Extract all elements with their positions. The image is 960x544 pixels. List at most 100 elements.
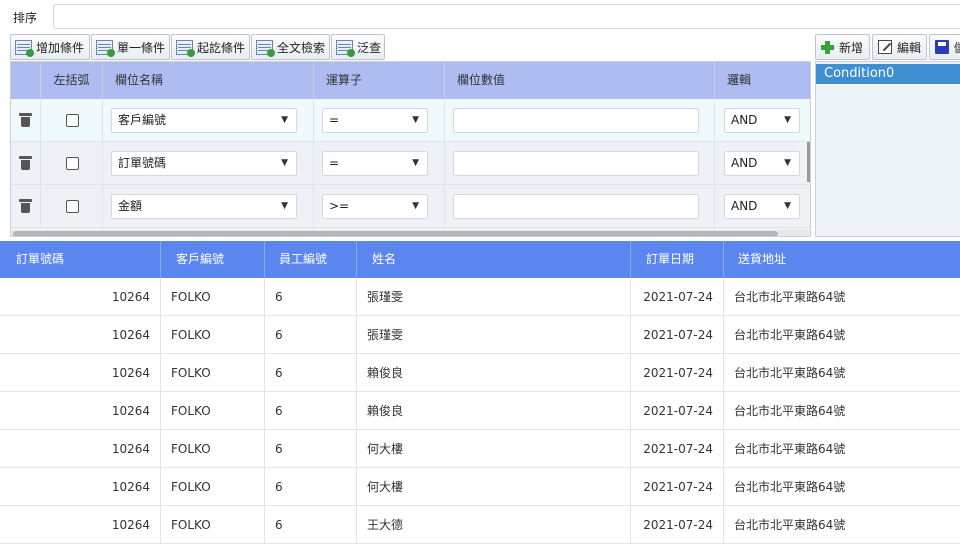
- cell-order-no: 10264: [0, 316, 161, 354]
- sort-input[interactable]: [53, 4, 960, 29]
- header-field-name: 欄位名稱: [103, 62, 314, 99]
- chevron-down-icon: ▼: [281, 115, 288, 125]
- cell-ship-address: 台北市北平東路64號: [734, 518, 846, 532]
- cell-customer-id: FOLKO: [161, 468, 265, 506]
- cell-order-date: 2021-07-24: [631, 506, 724, 544]
- cell-employee-id: 6: [265, 354, 357, 392]
- cell-customer-id: FOLKO: [161, 354, 265, 392]
- header-order-date[interactable]: 訂單日期: [631, 241, 724, 278]
- operator-select-value: >=: [329, 199, 350, 213]
- cell-name: 王大德: [357, 506, 631, 544]
- operator-select[interactable]: >= ▼: [322, 194, 428, 219]
- single-condition-icon: [96, 39, 115, 57]
- cell-ship-address: 台北市北平東路64號: [734, 328, 846, 342]
- left-paren-checkbox[interactable]: [66, 157, 79, 170]
- range-condition-button[interactable]: 起訖條件: [171, 34, 250, 60]
- fulltext-search-label: 全文檢索: [277, 40, 326, 55]
- trash-icon[interactable]: [19, 198, 32, 213]
- add-button-label: 新增: [839, 40, 864, 55]
- single-condition-button[interactable]: 單一條件: [91, 34, 170, 60]
- cell-employee-id: 6: [265, 278, 357, 316]
- table-row[interactable]: 10264 FOLKO 6 何大樓 2021-07-24 台北市北平東路64號: [0, 430, 960, 468]
- condition-grid: 左括弧 欄位名稱 運算子 欄位數值 邏輯 客戶編號 ▼ = ▼ AND ▼ 訂單…: [10, 61, 811, 237]
- header-operator: 運算子: [314, 62, 445, 99]
- cell-name: 張瑾雯: [357, 278, 631, 316]
- chevron-down-icon: ▼: [784, 201, 791, 211]
- condition-list-item[interactable]: Condition0: [816, 64, 960, 84]
- logic-select[interactable]: AND ▼: [724, 151, 800, 176]
- sort-label: 排序: [13, 11, 38, 25]
- cell-order-no: 10264: [0, 430, 161, 468]
- cell-name: 張瑾雯: [357, 316, 631, 354]
- table-row[interactable]: 10264 FOLKO 6 賴俊良 2021-07-24 台北市北平東路64號: [0, 392, 960, 430]
- cell-order-date: 2021-07-24: [631, 468, 724, 506]
- logic-select[interactable]: AND ▼: [724, 108, 800, 133]
- value-input[interactable]: [453, 194, 699, 219]
- cell-ship-address: 台北市北平東路64號: [734, 442, 846, 456]
- cell-customer-id: FOLKO: [161, 392, 265, 430]
- scrollbar-thumb[interactable]: [13, 231, 778, 236]
- header-ship-address[interactable]: 送貨地址: [724, 241, 960, 278]
- trash-icon[interactable]: [19, 112, 32, 127]
- header-employee-id[interactable]: 員工編號: [265, 241, 357, 278]
- operator-select[interactable]: = ▼: [322, 151, 428, 176]
- cell-order-date: 2021-07-24: [631, 278, 724, 316]
- field-select-value: 金額: [118, 199, 143, 213]
- sort-bar: 排序: [0, 0, 960, 33]
- table-row[interactable]: 10264 FOLKO 6 張瑾雯 2021-07-24 台北市北平東路64號: [0, 278, 960, 316]
- trash-icon[interactable]: [19, 155, 32, 170]
- chevron-down-icon: ▼: [281, 201, 288, 211]
- cell-customer-id: FOLKO: [161, 278, 265, 316]
- fuzzy-search-label: 泛查: [357, 40, 382, 55]
- value-input[interactable]: [453, 151, 699, 176]
- cell-customer-id: FOLKO: [161, 316, 265, 354]
- field-select[interactable]: 訂單號碼 ▼: [111, 151, 297, 176]
- logic-select-value: AND: [731, 156, 758, 170]
- operator-select[interactable]: = ▼: [322, 108, 428, 133]
- value-input[interactable]: [453, 108, 699, 133]
- field-select-value: 訂單號碼: [118, 156, 167, 170]
- header-order-no[interactable]: 訂單號碼: [0, 241, 161, 278]
- condition-row: 訂單號碼 ▼ = ▼ AND ▼: [11, 142, 810, 185]
- operator-select-value: =: [329, 113, 340, 127]
- plus-icon: [821, 40, 834, 54]
- cell-ship-address: 台北市北平東路64號: [734, 290, 846, 304]
- operator-select-value: =: [329, 156, 340, 170]
- cell-employee-id: 6: [265, 468, 357, 506]
- header-customer-id[interactable]: 客戶編號: [161, 241, 265, 278]
- left-paren-checkbox[interactable]: [66, 114, 79, 127]
- table-row[interactable]: 10264 FOLKO 6 賴俊良 2021-07-24 台北市北平東路64號: [0, 354, 960, 392]
- chevron-down-icon: ▼: [784, 115, 791, 125]
- edit-button[interactable]: 編輯: [872, 34, 927, 60]
- cell-customer-id: FOLKO: [161, 430, 265, 468]
- add-condition-icon: [15, 39, 34, 57]
- chevron-down-icon: ▼: [281, 158, 288, 168]
- cell-order-date: 2021-07-24: [631, 316, 724, 354]
- field-select[interactable]: 客戶編號 ▼: [111, 108, 297, 133]
- cell-ship-address: 台北市北平東路64號: [734, 480, 846, 494]
- add-button[interactable]: 新增: [815, 34, 870, 60]
- left-paren-checkbox[interactable]: [66, 200, 79, 213]
- fulltext-search-button[interactable]: 全文檢索: [251, 34, 330, 60]
- field-select[interactable]: 金額 ▼: [111, 194, 297, 219]
- cell-order-no: 10264: [0, 468, 161, 506]
- cell-employee-id: 6: [265, 430, 357, 468]
- horizontal-scrollbar[interactable]: [11, 230, 810, 236]
- condition-row: 金額 ▼ >= ▼ AND ▼: [11, 185, 810, 228]
- header-name[interactable]: 姓名: [357, 241, 631, 278]
- vertical-scrollbar[interactable]: [807, 142, 810, 182]
- logic-select[interactable]: AND ▼: [724, 194, 800, 219]
- cell-order-no: 10264: [0, 354, 161, 392]
- table-row[interactable]: 10264 FOLKO 6 張瑾雯 2021-07-24 台北市北平東路64號: [0, 316, 960, 354]
- chevron-down-icon: ▼: [412, 201, 419, 211]
- add-condition-button[interactable]: 增加條件: [10, 34, 90, 60]
- field-select-value: 客戶編號: [118, 113, 167, 127]
- chevron-down-icon: ▼: [412, 115, 419, 125]
- fuzzy-search-button[interactable]: 泛查: [331, 34, 385, 60]
- range-condition-icon: [176, 39, 195, 57]
- cell-order-date: 2021-07-24: [631, 354, 724, 392]
- table-row[interactable]: 10264 FOLKO 6 何大樓 2021-07-24 台北市北平東路64號: [0, 468, 960, 506]
- cell-name: 賴俊良: [357, 354, 631, 392]
- save-button[interactable]: 儲: [929, 34, 960, 60]
- table-row[interactable]: 10264 FOLKO 6 王大德 2021-07-24 台北市北平東路64號: [0, 506, 960, 544]
